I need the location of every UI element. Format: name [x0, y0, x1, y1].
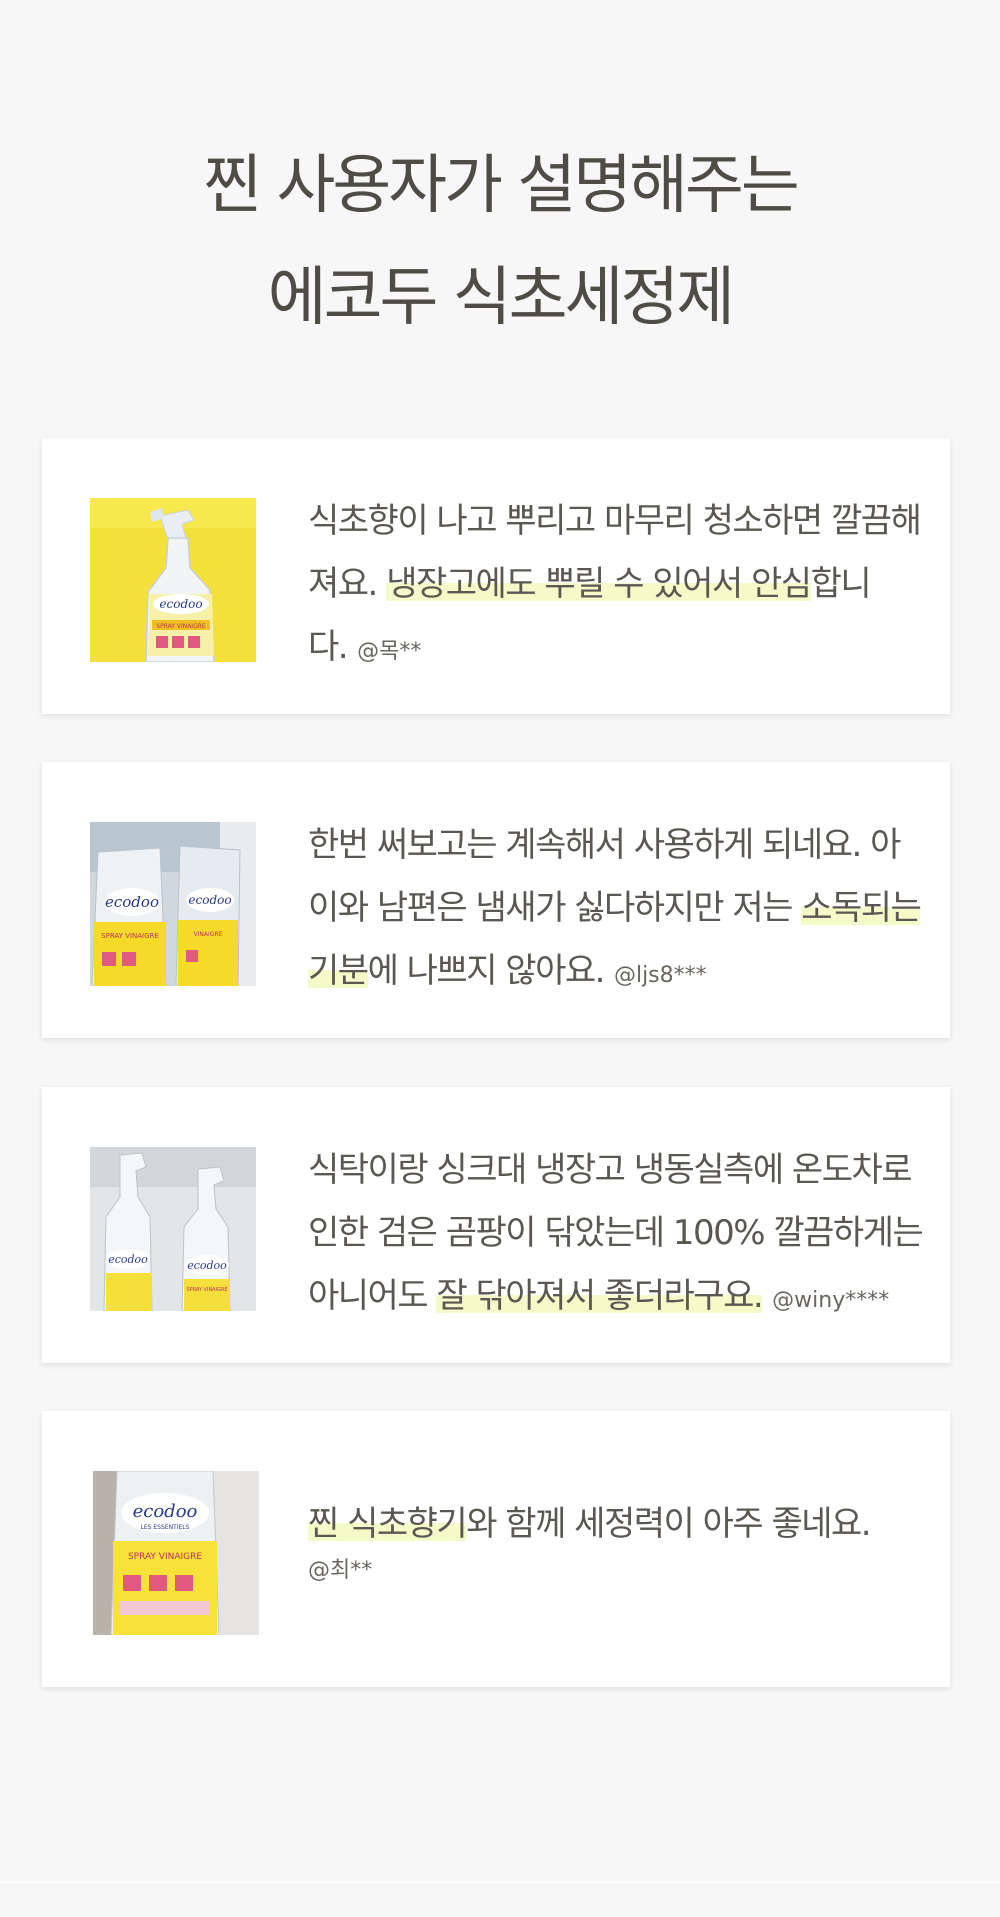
page-title-line2: 에코두 식초세정제 — [267, 261, 735, 335]
svg-text:SPRAY VINAIGRE: SPRAY VINAIGRE — [128, 1552, 202, 1562]
review-author: @winy**** — [772, 1288, 890, 1313]
product-photo: ecodoo SPRAY VINAIGRE — [90, 498, 256, 662]
product-photo: ecodoo ecodoo SPRAY VINAIGRE — [90, 1147, 256, 1311]
svg-text:ecodoo: ecodoo — [105, 893, 159, 911]
page-title-line1: 찐 사용자가 설명해주는 — [203, 149, 800, 223]
review-text-part: 와 함께 세정력이 아주 좋네요. — [466, 1504, 871, 1544]
svg-text:ecodoo: ecodoo — [133, 1501, 198, 1522]
svg-text:SPRAY VINAIGRE: SPRAY VINAIGRE — [101, 932, 159, 940]
svg-text:ecodoo: ecodoo — [108, 1253, 148, 1266]
product-photo: ecodoo SPRAY VINAIGRE ecodoo VINAIGRE — [90, 822, 256, 986]
review-card: ecodoo ecodoo SPRAY VINAIGRE 식탁이랑 싱크대 냉장… — [42, 1087, 950, 1363]
svg-text:VINAIGRE: VINAIGRE — [194, 931, 223, 938]
review-author: @목** — [357, 639, 422, 664]
product-photo: ecodoo LES ESSENTIELS SPRAY VINAIGRE — [93, 1471, 259, 1635]
review-author: @ljs8*** — [613, 963, 707, 988]
review-author: @최** — [308, 1558, 373, 1583]
review-text-part: 에 나쁘지 않아요. — [367, 951, 606, 991]
svg-text:SPRAY VINAIGRE: SPRAY VINAIGRE — [186, 1287, 227, 1293]
page-title: 찐 사용자가 설명해주는 에코두 식초세정제 — [0, 130, 1000, 354]
review-highlight: 잘 닦아져서 좋더라구요. — [436, 1276, 764, 1316]
review-text: 식탁이랑 싱크대 냉장고 냉동실측에 온도차로 인한 검은 곰팡이 닦았는데 1… — [308, 1139, 944, 1332]
svg-text:SPRAY VINAIGRE: SPRAY VINAIGRE — [156, 623, 206, 630]
review-text: 찐 식초향기와 함께 세정력이 아주 좋네요. @최** — [308, 1493, 928, 1586]
review-card: ecodoo LES ESSENTIELS SPRAY VINAIGRE 찐 식… — [42, 1411, 950, 1687]
review-text: 식초향이 나고 뿌리고 마무리 청소하면 깔끔해져요. 냉장고에도 뿌릴 수 있… — [308, 490, 928, 683]
bottom-divider — [0, 1881, 1000, 1883]
svg-text:ecodoo: ecodoo — [187, 1259, 227, 1272]
review-highlight: 냉장고에도 뿌릴 수 있어서 안심 — [386, 564, 812, 604]
review-card: ecodoo SPRAY VINAIGRE 식초향이 나고 뿌리고 마무리 청소… — [42, 438, 950, 714]
review-highlight: 찐 식초향기 — [308, 1504, 468, 1544]
svg-text:LES ESSENTIELS: LES ESSENTIELS — [141, 1524, 190, 1531]
svg-text:ecodoo: ecodoo — [188, 893, 231, 907]
review-card: ecodoo SPRAY VINAIGRE ecodoo VINAIGRE 한번… — [42, 762, 950, 1038]
review-text: 한번 써보고는 계속해서 사용하게 되네요. 아이와 남편은 냄새가 싫다하지만… — [308, 814, 928, 1007]
svg-text:ecodoo: ecodoo — [159, 597, 202, 611]
